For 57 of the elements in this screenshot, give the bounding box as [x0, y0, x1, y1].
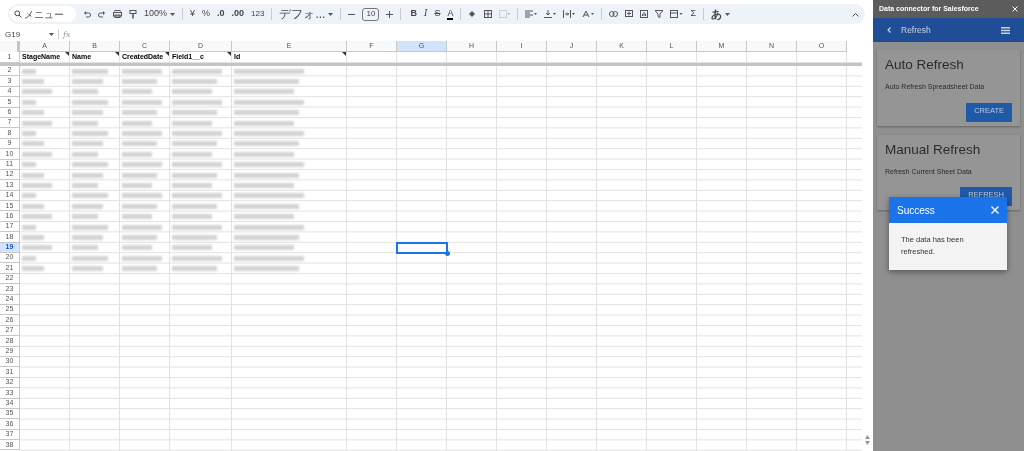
plus-icon[interactable]	[386, 10, 394, 18]
close-icon[interactable]	[1012, 6, 1018, 12]
increase-decimal-button[interactable]: .00	[231, 7, 245, 21]
caret-icon[interactable]	[328, 12, 334, 16]
paint-format-icon[interactable]	[129, 9, 137, 19]
text-wrap-icon[interactable]	[563, 10, 576, 18]
link-icon[interactable]	[609, 11, 619, 17]
filter-marker-icon[interactable]	[165, 52, 169, 56]
decrease-decimal-button[interactable]: .0	[217, 7, 225, 21]
collapse-icon[interactable]	[852, 11, 859, 17]
comment-icon[interactable]	[625, 10, 634, 18]
filter-marker-icon[interactable]	[115, 52, 119, 56]
borders-icon[interactable]	[484, 10, 493, 18]
caret-icon[interactable]	[170, 12, 176, 16]
back-icon[interactable]	[887, 27, 891, 33]
card-title: Auto Refresh	[885, 56, 965, 74]
align-left-icon[interactable]	[525, 10, 538, 18]
filter-marker-icon[interactable]	[65, 52, 69, 56]
undo-icon[interactable]	[83, 10, 91, 18]
fx-label: fx	[63, 28, 71, 41]
caret-icon[interactable]	[725, 12, 731, 16]
italic-button[interactable]: I	[423, 7, 428, 21]
text-rotation-icon[interactable]	[582, 10, 595, 18]
filter-marker-icon[interactable]	[227, 52, 231, 56]
font-size-field[interactable]: 10	[362, 7, 380, 21]
chart-icon[interactable]	[640, 10, 649, 18]
corner-cell[interactable]	[0, 41, 20, 52]
functions-button[interactable]: Σ	[690, 7, 697, 21]
menu-icon[interactable]	[1001, 26, 1010, 34]
scroll-down-icon[interactable]	[865, 441, 870, 445]
search-icon[interactable]	[14, 10, 22, 18]
redo-icon[interactable]	[98, 10, 106, 18]
fill-handle[interactable]	[445, 251, 450, 257]
number-format-button[interactable]: 123	[251, 8, 265, 20]
strikethrough-button[interactable]: S	[434, 7, 441, 21]
card-title: Manual Refresh	[885, 140, 982, 159]
search-field[interactable]: メニュー	[10, 6, 76, 22]
header-title: Refresh	[901, 23, 932, 37]
font-dropdown[interactable]: デフォ...	[279, 7, 334, 21]
filter-icon[interactable]	[655, 10, 664, 18]
filter-views-icon[interactable]	[670, 10, 684, 18]
percent-button[interactable]: %	[202, 7, 211, 21]
dialog-title: Success	[897, 203, 935, 218]
caret-icon[interactable]	[49, 33, 54, 36]
selected-cell[interactable]	[396, 241, 448, 255]
name-box[interactable]: G19	[5, 28, 45, 41]
bold-button[interactable]: B	[410, 7, 417, 21]
currency-button[interactable]: ¥	[190, 7, 196, 21]
zoom-dropdown[interactable]: 100%	[144, 7, 176, 21]
scroll-up-icon[interactable]	[865, 435, 870, 439]
vertical-align-icon[interactable]	[544, 10, 557, 18]
text-color-button[interactable]: A	[447, 8, 454, 20]
filter-marker-icon[interactable]	[342, 52, 346, 56]
print-icon[interactable]	[113, 10, 122, 18]
input-tools-button[interactable]: あ	[711, 5, 731, 23]
merge-cells-icon[interactable]	[499, 10, 511, 18]
close-icon[interactable]	[991, 206, 999, 214]
